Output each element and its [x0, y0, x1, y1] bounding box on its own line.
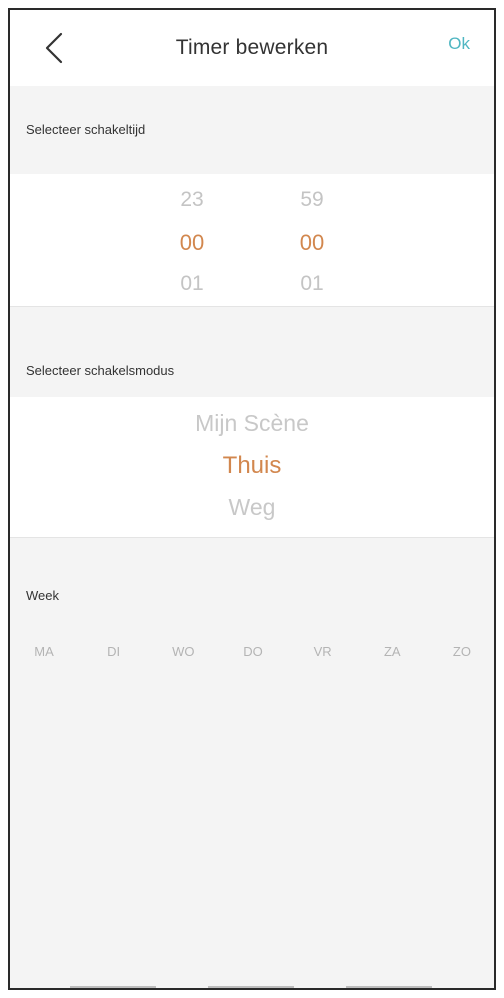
- time-picker[interactable]: [10, 174, 494, 306]
- nav-indicator: [70, 986, 156, 988]
- week-band: [10, 538, 494, 988]
- mode-option-thuis[interactable]: Thuis: [10, 452, 494, 480]
- week-section-label: Week: [26, 588, 59, 603]
- day-vr[interactable]: VR: [299, 644, 347, 659]
- weekday-selector: MA DI WO DO VR ZA ZO: [20, 644, 486, 659]
- mode-option-mijn-scene[interactable]: Mijn Scène: [10, 410, 494, 437]
- back-button[interactable]: [36, 28, 72, 68]
- day-ma[interactable]: MA: [20, 644, 68, 659]
- chevron-left-icon: [45, 32, 63, 64]
- day-za[interactable]: ZA: [368, 644, 416, 659]
- day-wo[interactable]: WO: [159, 644, 207, 659]
- minute-next[interactable]: 01: [282, 272, 342, 296]
- day-di[interactable]: DI: [90, 644, 138, 659]
- hour-prev[interactable]: 23: [162, 188, 222, 212]
- minute-prev[interactable]: 59: [282, 188, 342, 212]
- hour-next[interactable]: 01: [162, 272, 222, 296]
- minute-selected[interactable]: 00: [282, 230, 342, 256]
- mode-label-band: [10, 307, 494, 397]
- top-bar: Timer bewerken Ok: [10, 10, 494, 86]
- page-title: Timer bewerken: [175, 36, 329, 59]
- ok-button[interactable]: Ok: [448, 34, 470, 54]
- hour-selected[interactable]: 00: [162, 230, 222, 256]
- day-do[interactable]: DO: [229, 644, 277, 659]
- nav-indicator: [208, 986, 294, 988]
- mode-option-weg[interactable]: Weg: [10, 494, 494, 521]
- nav-indicator: [346, 986, 432, 988]
- time-section-label: Selecteer schakeltijd: [26, 122, 146, 137]
- mode-section-label: Selecteer schakelsmodus: [26, 363, 175, 378]
- day-zo[interactable]: ZO: [438, 644, 486, 659]
- phone-screen: Timer bewerken Ok Selecteer schakeltijd …: [8, 8, 496, 990]
